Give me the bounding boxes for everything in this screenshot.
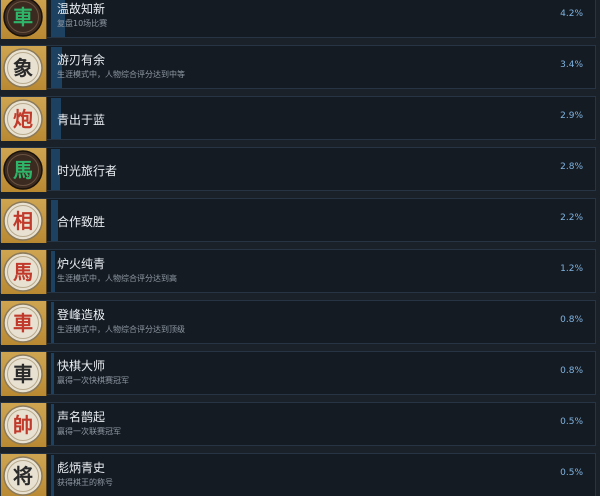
achievement-title: 青出于蓝 (57, 113, 106, 127)
unlock-percentage: 0.5% (560, 468, 583, 478)
chess-piece-icon: 相 (1, 199, 47, 243)
achievement-row[interactable]: 車 快棋大师赢得一次快棋赛冠军 0.8% (0, 351, 596, 396)
chess-piece-icon: 将 (1, 454, 47, 496)
achievement-title: 时光旅行者 (57, 164, 118, 178)
progress-track (51, 404, 551, 445)
unlock-percentage: 0.5% (560, 417, 583, 427)
chess-piece-graphic: 炮 (3, 99, 43, 139)
progress-track (51, 98, 551, 139)
progress-fill (51, 455, 54, 496)
progress-track (51, 149, 551, 190)
unlock-percentage: 1.2% (560, 264, 583, 274)
piece-character: 象 (13, 56, 33, 80)
piece-character: 車 (13, 362, 33, 386)
progress-track (51, 0, 551, 37)
chess-piece-icon: 馬 (1, 250, 47, 294)
piece-character: 将 (13, 464, 33, 488)
achievement-title: 游刃有余 (57, 53, 106, 67)
progress-track (51, 251, 551, 292)
chess-piece-icon: 車 (1, 301, 47, 345)
chess-piece-icon: 象 (1, 46, 47, 90)
chess-piece-graphic: 馬 (3, 150, 43, 190)
achievement-title: 炉火纯青 (57, 257, 106, 271)
achievement-row[interactable]: 将 彪炳青史获得棋王的称号 0.5% (0, 453, 596, 496)
piece-character: 馬 (13, 260, 33, 284)
chess-piece-icon: 車 (1, 0, 47, 39)
progress-fill (51, 302, 54, 343)
achievement-description: 获得棋王的称号 (57, 478, 113, 487)
achievement-row[interactable]: 車 登峰造极生涯模式中，人物综合评分达到顶级 0.8% (0, 300, 596, 345)
achievement-row[interactable]: 相 合作致胜 2.2% (0, 198, 596, 243)
achievement-row[interactable]: 炮 青出于蓝 2.9% (0, 96, 596, 141)
achievement-description: 生涯模式中，人物综合评分达到顶级 (57, 325, 185, 334)
unlock-percentage: 3.4% (560, 60, 583, 70)
unlock-percentage: 4.2% (560, 9, 583, 19)
achievement-title: 合作致胜 (57, 215, 106, 229)
progress-fill (51, 353, 54, 394)
piece-character: 炮 (13, 107, 33, 131)
achievement-row[interactable]: 車 温故知新复盘10场比赛 4.2% (0, 0, 596, 39)
achievement-row[interactable]: 馬 炉火纯青生涯模式中，人物综合评分达到高 1.2% (0, 249, 596, 294)
achievement-title: 登峰造极 (57, 308, 106, 322)
unlock-percentage: 2.2% (560, 213, 583, 223)
achievement-description: 生涯模式中，人物综合评分达到中等 (57, 70, 185, 79)
chess-piece-icon: 車 (1, 352, 47, 396)
chess-piece-graphic: 象 (3, 48, 43, 88)
chess-piece-graphic: 車 (3, 354, 43, 394)
unlock-percentage: 2.8% (560, 162, 583, 172)
chess-piece-graphic: 馬 (3, 252, 43, 292)
achievement-title: 声名鹊起 (57, 410, 106, 424)
chess-piece-icon: 帥 (1, 403, 47, 447)
chess-piece-graphic: 相 (3, 201, 43, 241)
achievement-row[interactable]: 象 游刃有余生涯模式中，人物综合评分达到中等 3.4% (0, 45, 596, 90)
chess-piece-icon: 炮 (1, 97, 47, 141)
progress-fill (51, 251, 55, 292)
achievement-title: 彪炳青史 (57, 461, 106, 475)
chess-piece-icon: 馬 (1, 148, 47, 192)
progress-track (51, 47, 551, 88)
unlock-percentage: 0.8% (560, 366, 583, 376)
achievement-description: 赢得一次快棋赛冠军 (57, 376, 129, 385)
achievement-title: 温故知新 (57, 2, 106, 16)
achievement-description: 复盘10场比赛 (57, 19, 108, 28)
chess-piece-graphic: 車 (3, 303, 43, 343)
piece-character: 馬 (13, 158, 33, 182)
piece-character: 車 (13, 311, 33, 335)
progress-fill (51, 404, 54, 445)
piece-character: 帥 (13, 413, 33, 437)
piece-character: 車 (13, 5, 33, 29)
achievement-description: 生涯模式中，人物综合评分达到高 (57, 274, 177, 283)
achievement-list: 車 温故知新复盘10场比赛 4.2% 象 游刃有余生涯模式中，人物综合评分达到中等 3.4… (0, 0, 600, 496)
chess-piece-graphic: 車 (3, 0, 43, 37)
achievement-row[interactable]: 帥 声名鹊起赢得一次联赛冠军 0.5% (0, 402, 596, 447)
progress-track (51, 353, 551, 394)
progress-track (51, 302, 551, 343)
piece-character: 相 (13, 209, 33, 233)
achievement-description: 赢得一次联赛冠军 (57, 427, 121, 436)
chess-piece-graphic: 帥 (3, 405, 43, 445)
achievement-title: 快棋大师 (57, 359, 106, 373)
progress-track (51, 200, 551, 241)
chess-piece-graphic: 将 (3, 456, 43, 496)
achievement-row[interactable]: 馬 时光旅行者 2.8% (0, 147, 596, 192)
progress-track (51, 455, 551, 496)
unlock-percentage: 2.9% (560, 111, 583, 121)
unlock-percentage: 0.8% (560, 315, 583, 325)
